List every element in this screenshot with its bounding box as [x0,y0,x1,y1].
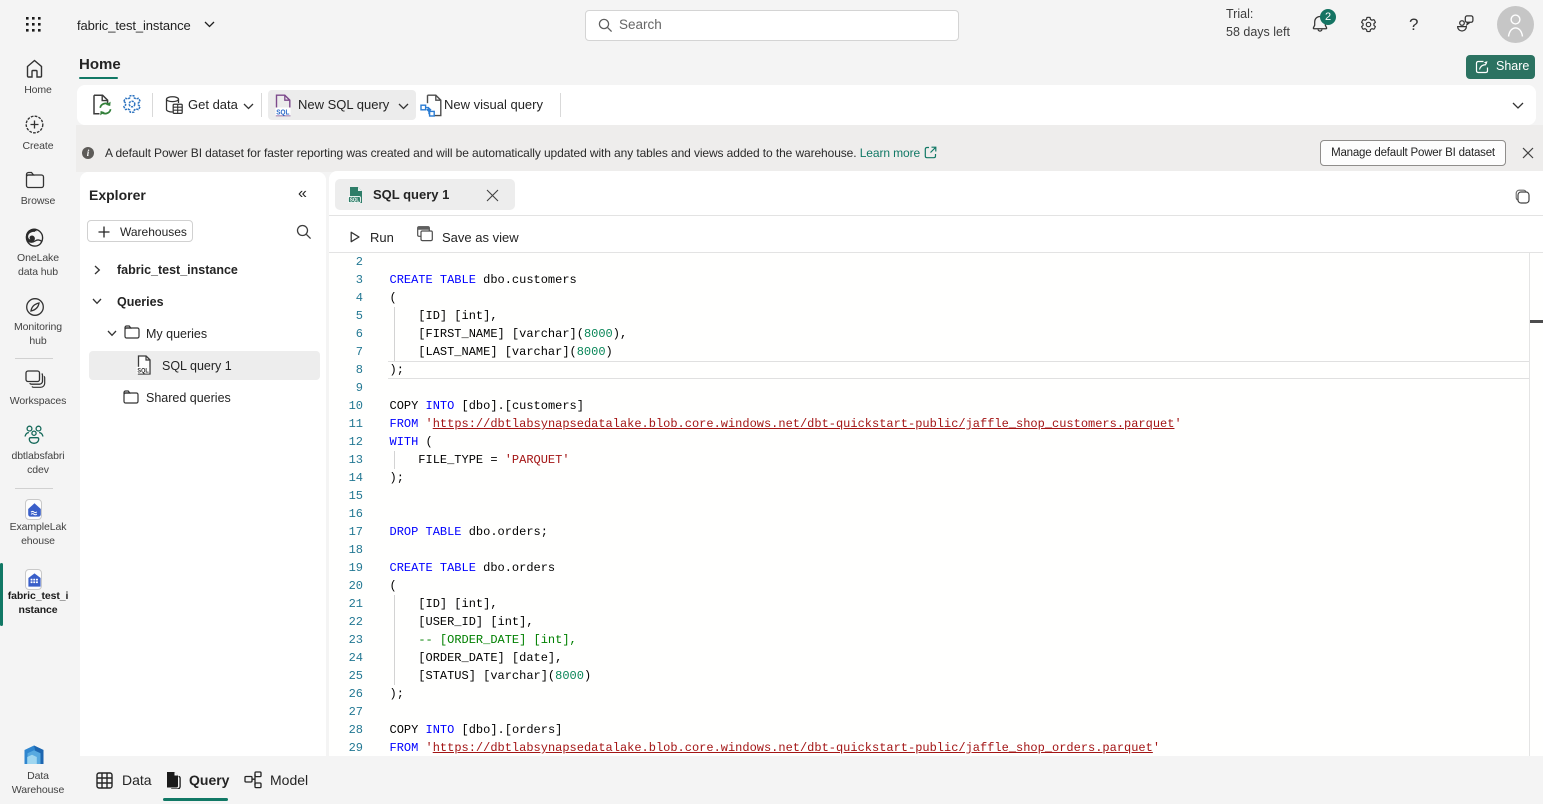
svg-text:SQL: SQL [350,197,359,203]
svg-text:SQL: SQL [276,109,290,116]
svg-text:SQL: SQL [137,369,149,375]
